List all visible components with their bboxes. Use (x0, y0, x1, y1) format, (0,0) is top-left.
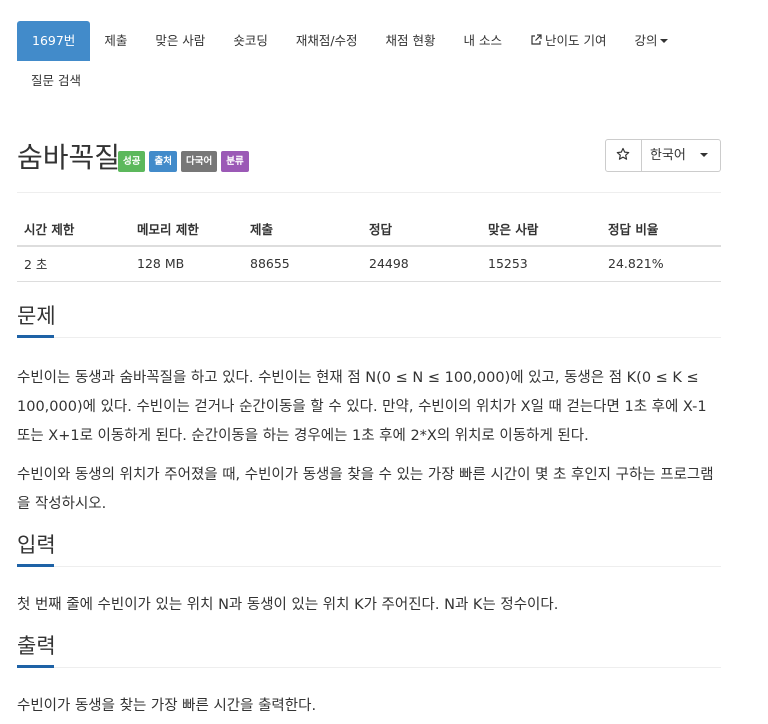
label-success[interactable]: 성공 (118, 151, 146, 172)
caret-down-icon (700, 153, 708, 157)
caret-down-icon (659, 39, 668, 43)
input-description: 첫 번째 줄에 수빈이가 있는 위치 N과 동생이 있는 위치 K가 주어진다.… (17, 597, 559, 613)
nav-row-primary: 1697번 제출 맞은 사람 숏코딩 재채점/수정 채점 현황 내 소스 난이도… (17, 21, 721, 61)
problem-title: 숨바꼭질 (17, 141, 121, 174)
tab-lecture-label: 강의 (634, 33, 658, 48)
tab-accepted-users[interactable]: 맞은 사람 (141, 21, 219, 61)
tab-problem[interactable]: 1697번 (17, 21, 91, 61)
tab-difficulty-label: 난이도 기여 (545, 33, 607, 48)
header-submissions: 제출 (243, 211, 362, 247)
heading-underline (17, 564, 54, 567)
cell-accepted: 24498 (362, 246, 481, 282)
tab-question-search[interactable]: 질문 검색 (17, 61, 95, 101)
problem-labels: 성공 출처 다국어 분류 (118, 151, 249, 172)
header-accepted-users: 맞은 사람 (481, 211, 601, 247)
description-paragraph-1: 수빈이는 동생과 숨바꼭질을 하고 있다. 수빈이는 현재 점 N(0 ≤ N … (17, 370, 707, 444)
tab-short-coding[interactable]: 숏코딩 (219, 21, 282, 61)
table-row: 2 초 128 MB 88655 24498 15253 24.821% (17, 246, 721, 282)
header-memory-limit: 메모리 제한 (130, 211, 243, 247)
tab-submit[interactable]: 제출 (90, 21, 141, 61)
table-header-row: 시간 제한 메모리 제한 제출 정답 맞은 사람 정답 비율 (17, 211, 721, 247)
tab-my-source[interactable]: 내 소스 (450, 21, 516, 61)
problem-nav: 1697번 제출 맞은 사람 숏코딩 재채점/수정 채점 현황 내 소스 난이도… (17, 21, 721, 99)
section-heading-description: 문제 (17, 299, 721, 338)
heading-underline (17, 665, 54, 668)
nav-row-secondary: 질문 검색 (17, 61, 721, 99)
external-link-icon (530, 22, 542, 62)
problem-title-row: 숨바꼭질 성공 출처 다국어 분류 한국어 (17, 138, 721, 193)
language-dropdown[interactable]: 한국어 (641, 139, 721, 172)
cell-accepted-users: 15253 (481, 246, 601, 282)
tab-difficulty-contribution[interactable]: 난이도 기여 (516, 21, 620, 61)
header-accept-ratio: 정답 비율 (601, 211, 721, 247)
title-actions: 한국어 (604, 139, 721, 172)
label-category[interactable]: 분류 (221, 151, 249, 172)
cell-memory-limit: 128 MB (130, 246, 243, 282)
description-paragraph-2: 수빈이와 동생의 위치가 주어졌을 때, 수빈이가 동생을 찾을 수 있는 가장… (17, 467, 714, 512)
tab-status[interactable]: 채점 현황 (372, 21, 450, 61)
language-label: 한국어 (649, 148, 686, 163)
input-heading-text: 입력 (17, 533, 56, 557)
header-accepted: 정답 (362, 211, 481, 247)
cell-submissions: 88655 (243, 246, 362, 282)
problem-info-table: 시간 제한 메모리 제한 제출 정답 맞은 사람 정답 비율 2 초 128 M… (17, 211, 721, 282)
cell-accept-ratio: 24.821% (601, 246, 721, 282)
tab-lecture-dropdown[interactable]: 강의 (621, 21, 682, 61)
output-heading-text: 출력 (17, 634, 56, 658)
tab-rejudge[interactable]: 재채점/수정 (282, 21, 372, 61)
output-description: 수빈이가 동생을 찾는 가장 빠른 시간을 출력한다. (17, 698, 317, 714)
section-heading-output: 출력 (17, 629, 721, 668)
heading-underline (17, 335, 54, 338)
section-heading-input: 입력 (17, 528, 721, 567)
favorite-button[interactable] (604, 139, 642, 172)
header-time-limit: 시간 제한 (17, 211, 130, 247)
star-outline-icon (616, 146, 630, 165)
cell-time-limit: 2 초 (17, 246, 130, 282)
description-heading-text: 문제 (17, 304, 56, 328)
label-multilingual[interactable]: 다국어 (180, 151, 218, 172)
label-source[interactable]: 출처 (149, 151, 177, 172)
